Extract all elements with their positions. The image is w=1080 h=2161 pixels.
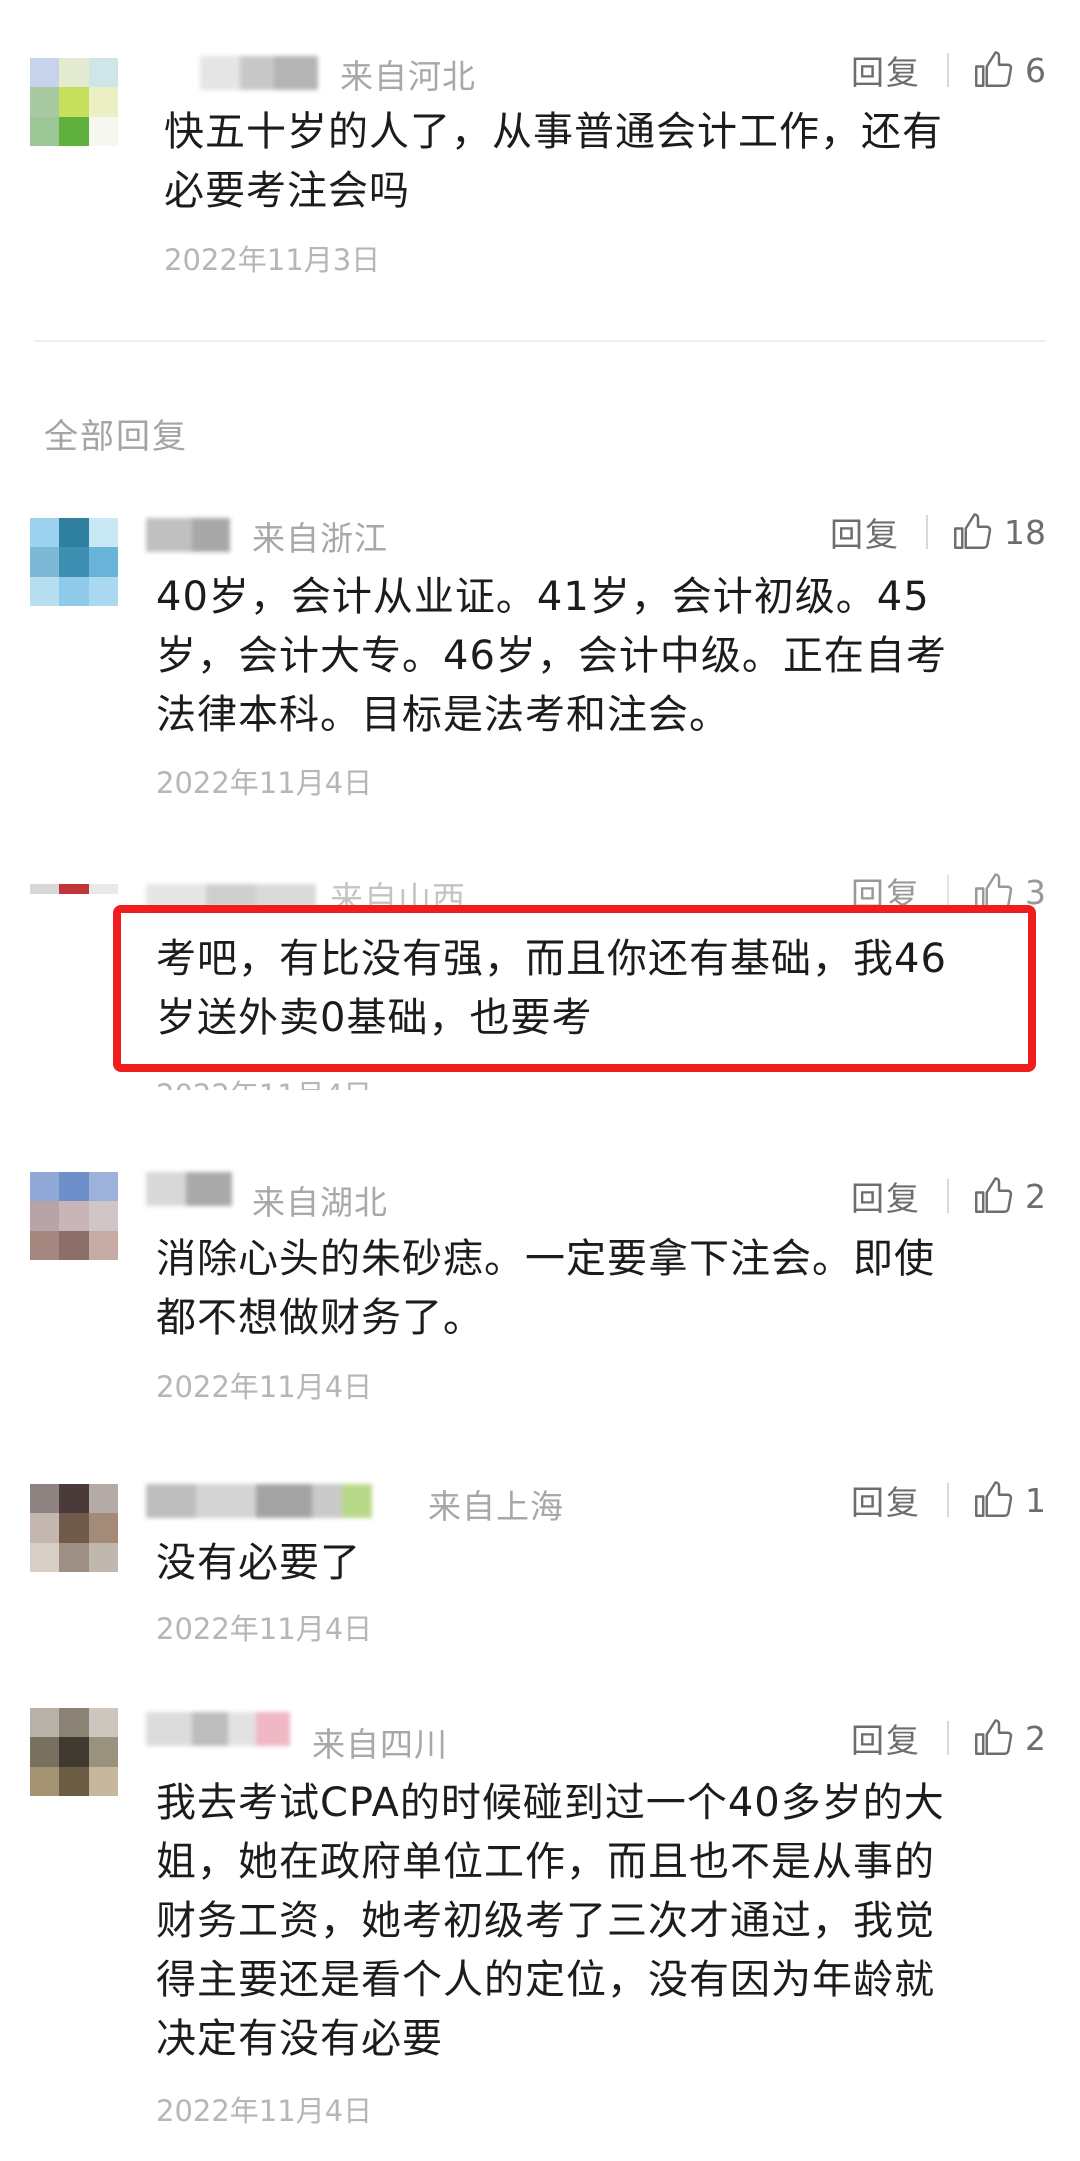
section-title: 全部回复	[44, 417, 188, 457]
comment-text-line: 必要考注会吗	[164, 168, 410, 214]
like-count: 2	[1025, 1176, 1046, 1216]
avatar[interactable]	[30, 1484, 118, 1572]
comment-date: 2022年11月4日	[156, 766, 373, 800]
comment-text-line: 快五十岁的人了，从事普通会计工作，还有	[164, 109, 943, 155]
divider	[34, 340, 1046, 342]
reply-button[interactable]: 回复	[851, 46, 921, 94]
comment-text: 40岁，会计从业证。41岁，会计初级。45 岁，会计大专。46岁，会计中级。正在…	[156, 568, 1046, 745]
thumbs-up-icon	[975, 1177, 1013, 1213]
comment-text-line: 消除心头的朱砂痣。一定要拿下注会。即使	[156, 1236, 935, 1282]
comment-text-line: 决定有没有必要	[156, 2016, 443, 2062]
comment-text-line: 法律本科。目标是法考和注会。	[156, 692, 730, 738]
comment-text-line: 我去考试CPA的时候碰到过一个40多岁的大	[156, 1780, 945, 1826]
username-redacted[interactable]	[146, 1484, 372, 1518]
comment-actions: 回复 2	[851, 1714, 1046, 1762]
comment-date: 2022年11月3日	[164, 243, 381, 277]
thumbs-up-icon	[954, 513, 992, 549]
comment-text-line: 得主要还是看个人的定位，没有因为年龄就	[156, 1957, 935, 2003]
like-count: 2	[1025, 1718, 1046, 1758]
like-button[interactable]: 6	[971, 49, 1046, 91]
comment-date: 2022年11月4日	[156, 1370, 373, 1404]
divider	[947, 53, 949, 87]
thumbs-up-icon	[975, 1481, 1013, 1517]
reply-button[interactable]: 回复	[830, 508, 900, 556]
divider	[947, 1179, 949, 1213]
avatar[interactable]	[30, 518, 118, 606]
comment-text: 消除心头的朱砂痣。一定要拿下注会。即使 都不想做财务了。	[156, 1230, 1046, 1348]
location-label: 来自湖北	[252, 1183, 388, 1222]
comment-text: 我去考试CPA的时候碰到过一个40多岁的大 姐，她在政府单位工作，而且也不是从事…	[156, 1774, 1046, 2069]
comment-actions: 回复 6	[851, 46, 1046, 94]
comment-text-line: 都不想做财务了。	[156, 1295, 484, 1341]
comment-text: 考吧，有比没有强，而且你还有基础，我46 岁送外卖0基础，也要考	[156, 930, 1026, 1048]
avatar[interactable]	[30, 884, 118, 914]
comment-text-line: 姐，她在政府单位工作，而且也不是从事的	[156, 1839, 935, 1885]
divider	[947, 875, 949, 909]
location-label: 来自上海	[428, 1487, 564, 1526]
comment-text-line: 考吧，有比没有强，而且你还有基础，我46	[156, 936, 947, 982]
comment-text-line: 岁送外卖0基础，也要考	[156, 995, 593, 1041]
comment-actions: 回复 1	[851, 1476, 1046, 1524]
comment-text-line: 岁，会计大专。46岁，会计中级。正在自考	[156, 633, 947, 679]
like-button[interactable]: 2	[971, 1717, 1046, 1759]
reply-button[interactable]: 回复	[851, 1172, 921, 1220]
avatar[interactable]	[30, 58, 118, 146]
comment-date: 2022年11月4日	[156, 1072, 372, 1090]
comment-actions: 回复 18	[830, 508, 1046, 556]
like-button[interactable]: 1	[971, 1479, 1046, 1521]
comment-text: 没有必要了	[156, 1534, 1046, 1593]
comment-date: 2022年11月4日	[156, 1612, 373, 1646]
thumbs-up-icon	[975, 51, 1013, 87]
like-button[interactable]: 18	[950, 511, 1046, 553]
like-count: 18	[1004, 512, 1046, 552]
comment-date: 2022年11月4日	[156, 2094, 373, 2128]
comment-text-line: 没有必要了	[156, 1540, 361, 1586]
reply-button[interactable]: 回复	[851, 1476, 921, 1524]
reply-button[interactable]: 回复	[851, 1714, 921, 1762]
divider	[947, 1721, 949, 1755]
like-button[interactable]: 2	[971, 1175, 1046, 1217]
username-redacted[interactable]	[146, 1172, 232, 1206]
username-redacted[interactable]	[200, 56, 318, 90]
divider	[926, 515, 928, 549]
comment-text-line: 财务工资，她考初级考了三次才通过，我觉	[156, 1898, 935, 1944]
location-label: 来自河北	[340, 57, 476, 96]
divider	[947, 1483, 949, 1517]
comment-actions: 回复 2	[851, 1172, 1046, 1220]
location-label: 来自四川	[312, 1725, 448, 1764]
avatar[interactable]	[30, 1708, 118, 1796]
username-redacted[interactable]	[146, 1712, 290, 1746]
location-label: 来自浙江	[252, 519, 388, 558]
avatar[interactable]	[30, 1172, 118, 1260]
username-redacted[interactable]	[146, 518, 230, 552]
comment-text: 快五十岁的人了，从事普通会计工作，还有 必要考注会吗	[164, 103, 1044, 221]
like-count: 6	[1025, 50, 1046, 90]
comment-text-line: 40岁，会计从业证。41岁，会计初级。45	[156, 574, 930, 620]
like-count: 1	[1025, 1480, 1046, 1520]
thumbs-up-icon	[975, 1719, 1013, 1755]
